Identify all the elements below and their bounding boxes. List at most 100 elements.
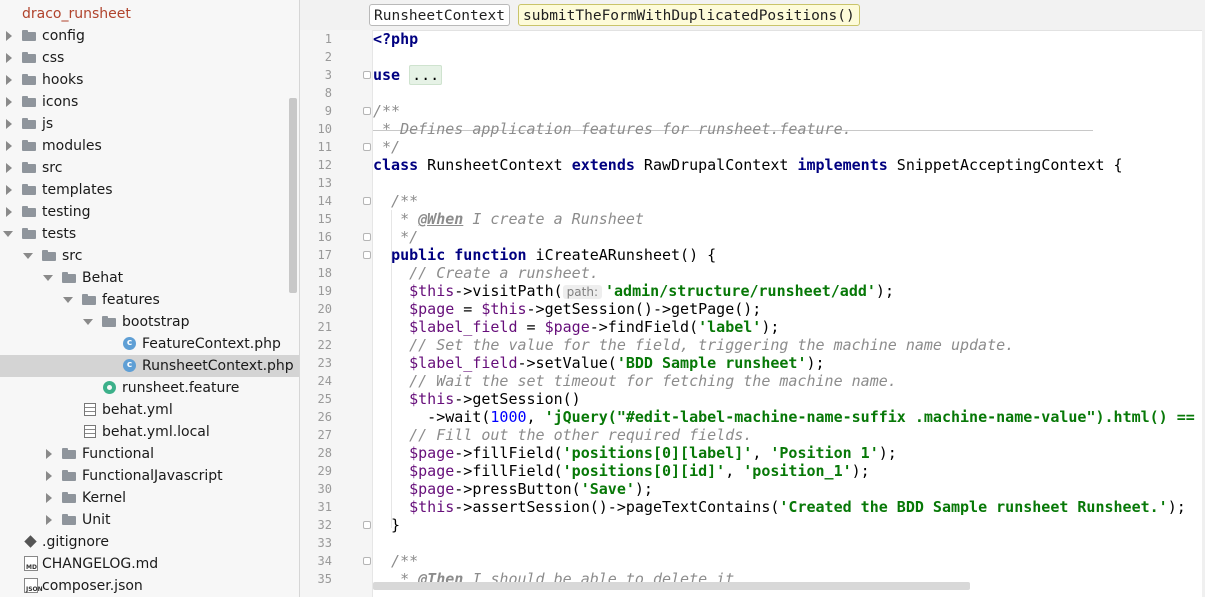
code-text: , [526, 408, 545, 426]
tree-item-features[interactable]: features [0, 289, 299, 311]
tree-item-tests[interactable]: tests [0, 223, 299, 245]
expand-arrow-icon[interactable] [4, 47, 14, 69]
horizontal-scrollbar[interactable] [373, 582, 970, 590]
fold-marker-icon[interactable] [363, 107, 371, 115]
tree-item-label: templates [42, 182, 113, 198]
code-line: /** [373, 102, 401, 120]
tree-item-runsheetcontext[interactable]: c RunsheetContext.php [0, 355, 299, 377]
code-line: */ [373, 228, 419, 246]
line-number: 3 [324, 68, 332, 82]
markdown-file-icon: MD [24, 556, 38, 571]
expand-arrow-icon[interactable] [4, 113, 14, 135]
expand-arrow-icon[interactable] [44, 465, 54, 487]
tree-item-functionaljavascript[interactable]: FunctionalJavascript [0, 465, 299, 487]
fold-marker-icon[interactable] [363, 197, 371, 205]
collapse-arrow-icon[interactable] [3, 223, 13, 245]
tree-item-label: FunctionalJavascript [82, 468, 223, 484]
folded-imports[interactable]: ... [409, 65, 443, 85]
tree-item-label: composer.json [42, 578, 143, 594]
code-line: /** [373, 192, 419, 210]
expand-arrow-icon[interactable] [4, 157, 14, 179]
expand-arrow-icon[interactable] [44, 443, 54, 465]
tree-item-bootstrap[interactable]: bootstrap [0, 311, 299, 333]
method-signature: iCreateARunsheet() { [526, 246, 717, 264]
tree-item-src[interactable]: src [0, 157, 299, 179]
tree-item-tests-src[interactable]: src [0, 245, 299, 267]
fold-marker-icon[interactable] [363, 71, 371, 79]
collapse-arrow-icon[interactable] [63, 289, 73, 311]
tree-item-label: Functional [82, 446, 155, 462]
tree-item-config[interactable]: config [0, 25, 299, 47]
expand-arrow-icon[interactable] [4, 25, 14, 47]
variable: $label_field [409, 354, 518, 372]
string: 'BDD Sample runsheet' [616, 354, 807, 372]
tree-item-behat[interactable]: Behat [0, 267, 299, 289]
tree-item-behat-yml[interactable]: behat.yml [0, 399, 299, 421]
code-line: } [373, 516, 401, 534]
variable: $page [544, 318, 590, 336]
line-number: 35 [317, 572, 332, 586]
code-line: $label_field->setValue('BDD Sample runsh… [373, 354, 824, 372]
expand-arrow-icon[interactable] [4, 179, 14, 201]
tree-item-functional[interactable]: Functional [0, 443, 299, 465]
code-line: * Defines application features for runsh… [373, 120, 852, 138]
expand-arrow-icon[interactable] [4, 135, 14, 157]
code-text: ->fillField( [454, 444, 563, 462]
keyword: function [454, 246, 527, 264]
code-text: ->wait( [373, 408, 491, 426]
tree-item-label: icons [42, 94, 79, 110]
tree-item-root[interactable]: draco_runsheet [0, 3, 299, 25]
tree-item-kernel[interactable]: Kernel [0, 487, 299, 509]
expand-arrow-icon[interactable] [44, 509, 54, 531]
tree-item-composer[interactable]: JSON composer.json [0, 575, 299, 597]
tree-item-behat-yml-local[interactable]: behat.yml.local [0, 421, 299, 443]
line-number: 29 [317, 464, 332, 478]
tree-item-changelog[interactable]: MD CHANGELOG.md [0, 553, 299, 575]
code-line: $page = $this->getSession()->getPage(); [373, 300, 761, 318]
collapse-arrow-icon[interactable] [43, 267, 53, 289]
fold-marker-icon[interactable] [363, 251, 371, 259]
variable: $label_field [409, 318, 518, 336]
string: 'jQuery("#edit-label-machine-name-suffix… [544, 408, 1205, 426]
comment: I create a Runsheet [463, 210, 644, 228]
variable: $page [409, 300, 455, 318]
fold-marker-icon[interactable] [363, 557, 371, 565]
tree-item-css[interactable]: css [0, 47, 299, 69]
code-line: // Create a runsheet. [373, 264, 599, 282]
expand-arrow-icon[interactable] [4, 69, 14, 91]
tree-item-runsheet-feature[interactable]: runsheet.feature [0, 377, 299, 399]
code-text: ); [875, 282, 894, 300]
tree-scrollbar[interactable] [289, 98, 297, 293]
breadcrumb-method[interactable]: submitTheFormWithDuplicatedPositions() [518, 4, 860, 26]
tree-item-hooks[interactable]: hooks [0, 69, 299, 91]
code-area[interactable]: <?php use ... /** * Defines application … [373, 30, 1205, 597]
fold-marker-icon[interactable] [363, 521, 371, 529]
code-text: , [752, 444, 771, 462]
number: 1000 [490, 408, 527, 426]
interface-name: SnippetAcceptingContext { [887, 156, 1123, 174]
line-number: 2 [324, 50, 332, 64]
tree-item-icons[interactable]: icons [0, 91, 299, 113]
collapse-arrow-icon[interactable] [23, 245, 33, 267]
breadcrumb-class[interactable]: RunsheetContext [369, 4, 510, 26]
tree-item-templates[interactable]: templates [0, 179, 299, 201]
collapse-arrow-icon[interactable] [83, 311, 93, 333]
variable: $this [409, 282, 455, 300]
fold-marker-icon[interactable] [363, 143, 371, 151]
tree-item-modules[interactable]: modules [0, 135, 299, 157]
tree-item-js[interactable]: js [0, 113, 299, 135]
code-text: ); [634, 480, 653, 498]
tree-item-testing[interactable]: testing [0, 201, 299, 223]
tree-item-label: css [42, 50, 65, 66]
folder-icon [62, 514, 76, 525]
code-line: public function iCreateARunsheet() { [373, 246, 716, 264]
expand-arrow-icon[interactable] [44, 487, 54, 509]
expand-arrow-icon[interactable] [4, 91, 14, 113]
expand-arrow-icon[interactable] [4, 201, 14, 223]
tree-item-unit[interactable]: Unit [0, 509, 299, 531]
tree-item-featurecontext[interactable]: c FeatureContext.php [0, 333, 299, 355]
tree-item-gitignore[interactable]: .gitignore [0, 531, 299, 553]
code-text: ->fillField( [454, 462, 563, 480]
keyword: class [373, 156, 419, 174]
fold-marker-icon[interactable] [363, 233, 371, 241]
